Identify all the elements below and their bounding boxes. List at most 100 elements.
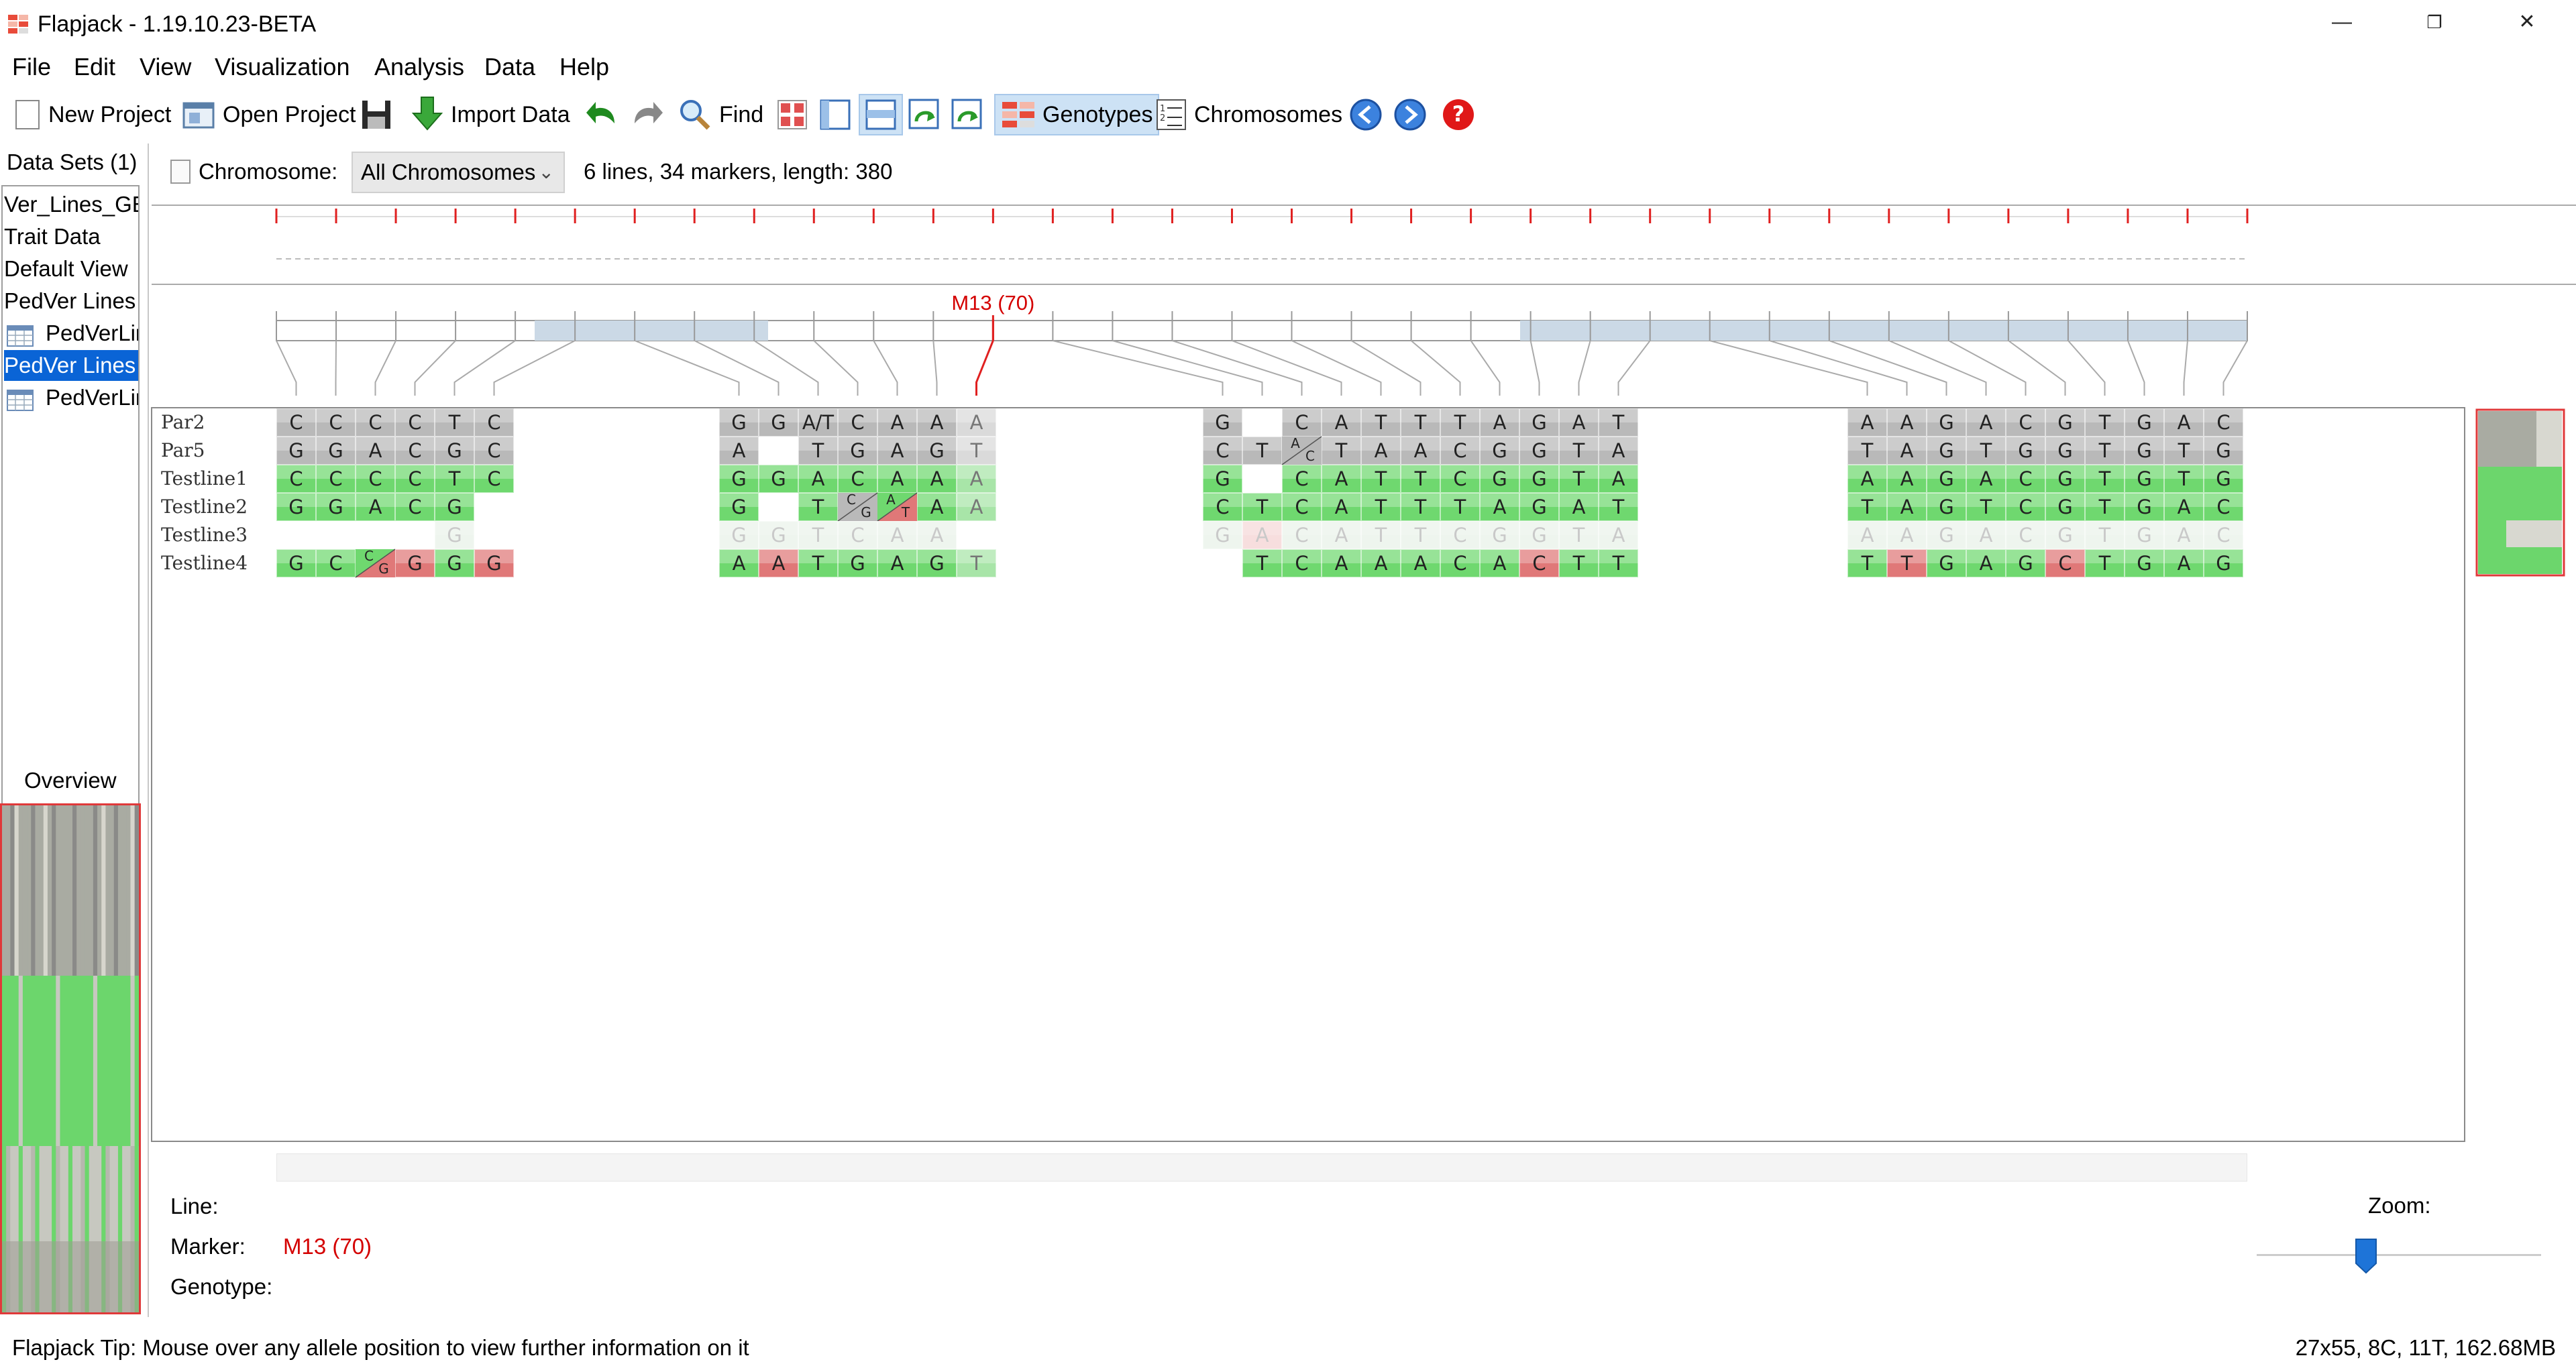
genotype-cell[interactable]: T <box>1361 408 1401 437</box>
genotype-cell[interactable]: A <box>1599 521 1638 549</box>
genotype-cell[interactable]: A <box>1887 465 1927 493</box>
genotype-cell[interactable]: A <box>1847 521 1887 549</box>
genotype-cell[interactable]: G <box>435 549 474 577</box>
genotype-cell[interactable]: C <box>2006 493 2045 521</box>
genotype-cell[interactable]: G <box>1927 437 1966 465</box>
genotype-cell[interactable]: G <box>838 549 877 577</box>
genotype-cell[interactable]: G <box>2125 549 2164 577</box>
genotype-cell[interactable]: T <box>1599 549 1638 577</box>
mini-overview[interactable] <box>2475 408 2565 577</box>
genotype-cell[interactable]: A <box>1847 465 1887 493</box>
genotype-cell[interactable]: T <box>1966 437 2006 465</box>
genotype-cell[interactable]: T <box>1401 465 1440 493</box>
genotype-cell[interactable]: G <box>719 521 759 549</box>
genotype-cell[interactable]: C <box>1282 521 1322 549</box>
genotype-cell[interactable]: T <box>1401 408 1440 437</box>
genotype-cell[interactable]: T <box>2085 465 2125 493</box>
genotype-cell[interactable]: T <box>1559 521 1599 549</box>
genotype-cell[interactable]: C <box>276 408 316 437</box>
genotype-cell[interactable]: T <box>957 549 996 577</box>
genotype-cell[interactable]: A <box>356 493 395 521</box>
genotype-cell[interactable]: G <box>1927 521 1966 549</box>
genotype-cell[interactable]: T <box>1242 437 1282 465</box>
genotype-cell[interactable]: C <box>1203 493 1242 521</box>
genotype-cell[interactable]: A <box>1966 408 2006 437</box>
genotype-cell[interactable]: A <box>1322 493 1361 521</box>
genotype-cell[interactable]: C <box>2006 465 2045 493</box>
genotype-cell[interactable]: T <box>1440 493 1480 521</box>
genotype-cell[interactable]: A <box>719 549 759 577</box>
genotype-cell[interactable]: C <box>1282 465 1322 493</box>
genotype-cell[interactable]: T <box>1599 493 1638 521</box>
genotype-cell[interactable]: C <box>395 437 435 465</box>
genotype-cell[interactable]: G <box>2045 521 2085 549</box>
genotype-cell[interactable]: A <box>1322 408 1361 437</box>
genotype-cell[interactable]: A <box>2164 408 2204 437</box>
genotype-cell[interactable]: A <box>1401 437 1440 465</box>
genotype-cell[interactable]: A <box>1887 493 1927 521</box>
genotype-cell[interactable]: T <box>1242 549 1282 577</box>
zoom-slider-track[interactable] <box>2257 1254 2541 1256</box>
genotype-cell[interactable]: A <box>719 437 759 465</box>
genotype-cell[interactable]: G <box>2045 437 2085 465</box>
genotype-cell[interactable]: A <box>1887 408 1927 437</box>
genotype-cell[interactable]: T <box>1401 521 1440 549</box>
genotype-cell[interactable]: C <box>474 437 514 465</box>
genotype-cell[interactable]: G <box>395 549 435 577</box>
genotype-cell[interactable]: G <box>759 465 798 493</box>
genotype-cell[interactable]: CG <box>355 548 396 578</box>
genotype-cell[interactable]: A <box>877 408 917 437</box>
genotype-cell[interactable]: G <box>474 549 514 577</box>
genotype-cell[interactable]: A/T <box>798 408 838 437</box>
genotype-cell[interactable]: G <box>2045 408 2085 437</box>
genotype-cell[interactable]: C <box>2006 521 2045 549</box>
genotype-cell[interactable]: T <box>1440 408 1480 437</box>
genotype-cell[interactable]: G <box>2125 521 2164 549</box>
genotype-cell[interactable]: A <box>2164 493 2204 521</box>
genotype-cell[interactable]: G <box>917 549 957 577</box>
genotype-cell[interactable]: T <box>798 549 838 577</box>
genotype-cell[interactable]: G <box>838 437 877 465</box>
line-name[interactable]: Par2 <box>161 411 205 433</box>
genotype-cell[interactable]: A <box>917 493 957 521</box>
genotype-cell[interactable]: T <box>798 521 838 549</box>
genotype-cell[interactable]: C <box>316 408 356 437</box>
genotype-cell[interactable]: T <box>1559 465 1599 493</box>
genotype-cell[interactable]: T <box>435 408 474 437</box>
genotype-cell[interactable]: C <box>276 465 316 493</box>
genotype-cell[interactable]: AT <box>877 492 918 522</box>
genotype-cell[interactable]: T <box>1966 493 2006 521</box>
genotype-cell[interactable]: C <box>356 465 395 493</box>
genotype-cell[interactable]: C <box>2006 408 2045 437</box>
genotype-cell[interactable]: T <box>1847 549 1887 577</box>
genotype-cell[interactable]: A <box>1322 521 1361 549</box>
genotype-cell[interactable]: C <box>1282 549 1322 577</box>
genotype-cell[interactable]: A <box>1559 493 1599 521</box>
genotype-cell[interactable]: T <box>1322 437 1361 465</box>
genotype-cell[interactable]: G <box>1203 521 1242 549</box>
genotype-cell[interactable]: G <box>2006 549 2045 577</box>
genotype-cell[interactable]: C <box>316 549 356 577</box>
genotype-cell[interactable]: A <box>1966 465 2006 493</box>
genotype-cell[interactable]: G <box>759 521 798 549</box>
line-name[interactable]: Testline3 <box>161 524 248 546</box>
genotype-cell[interactable]: C <box>316 465 356 493</box>
genotype-cell[interactable]: A <box>1322 465 1361 493</box>
genotype-cell[interactable]: T <box>1847 493 1887 521</box>
genotype-cell[interactable]: C <box>838 408 877 437</box>
genotype-cell[interactable]: A <box>877 465 917 493</box>
genotype-cell[interactable]: G <box>1927 549 1966 577</box>
genotype-cell[interactable]: C <box>1282 493 1322 521</box>
genotype-cell[interactable]: T <box>798 493 838 521</box>
genotype-cell[interactable]: G <box>1519 493 1559 521</box>
genotype-cell[interactable]: T <box>2085 549 2125 577</box>
genotype-cell[interactable]: AC <box>1281 435 1322 465</box>
genotype-horizontal-scrollbar[interactable] <box>276 1153 2247 1182</box>
genotype-cell[interactable]: CG <box>837 492 878 522</box>
genotype-cell[interactable]: G <box>1519 437 1559 465</box>
genotype-cell[interactable]: G <box>719 408 759 437</box>
genotype-cell[interactable]: G <box>2045 465 2085 493</box>
genotype-cell[interactable]: A <box>1847 408 1887 437</box>
genotype-cell[interactable]: A <box>1966 549 2006 577</box>
genotype-cell[interactable]: G <box>2204 437 2243 465</box>
